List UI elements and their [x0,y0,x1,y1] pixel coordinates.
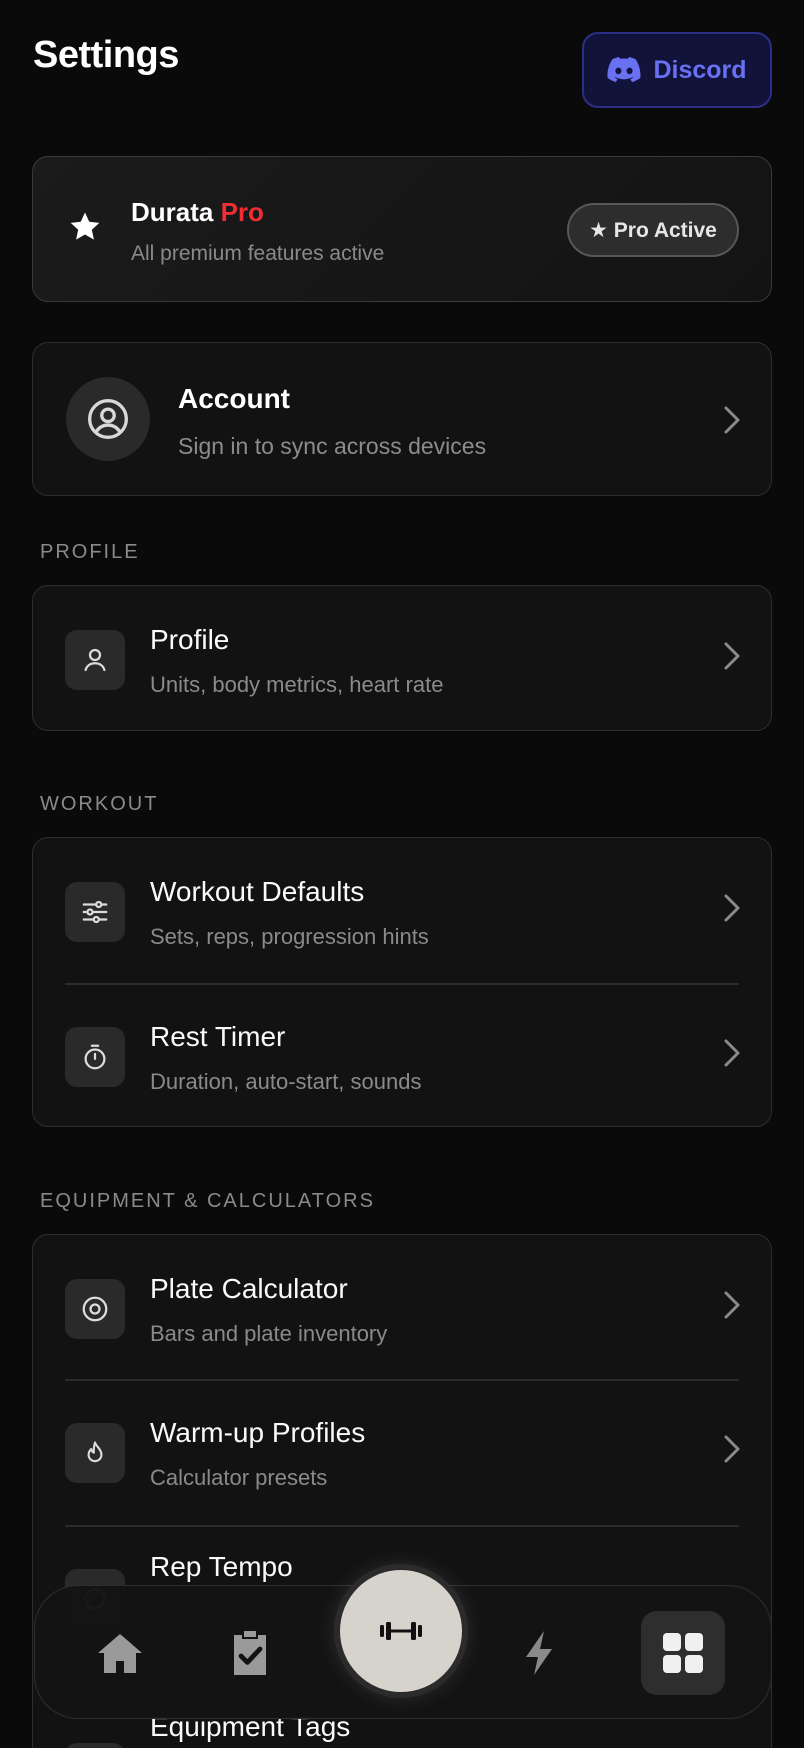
warmup-icon-box [65,1423,125,1483]
discord-button[interactable]: Discord [582,32,772,108]
row-title: Profile [150,624,230,655]
pro-subtitle: All premium features active [131,242,385,265]
pro-title: Durata Pro [131,197,264,228]
page-title: Settings [33,34,179,76]
grid-button-active [641,1611,725,1695]
chevron-right-icon [724,406,740,434]
stopwatch-icon [84,1044,106,1070]
section-header-workout: WORKOUT [40,793,159,815]
target-icon [82,1296,108,1322]
profile-group: Profile Units, body metrics, heart rate [32,585,772,731]
chevron-right-icon [724,1291,740,1319]
row-title: Plate Calculator [150,1273,348,1304]
home-icon [98,1634,142,1673]
section-header-equipment: EQUIPMENT & CALCULATORS [40,1190,375,1212]
equipment-tags-icon-box [65,1743,125,1748]
sliders-icon [82,900,108,924]
start-workout-button[interactable] [340,1570,462,1692]
account-subtitle: Sign in to sync across devices [178,433,487,459]
discord-label: Discord [653,55,747,84]
row-subtitle: Calculator presets [150,1465,328,1490]
settings-row-plate-calculator[interactable]: Plate Calculator Bars and plate inventor… [33,1235,771,1380]
settings-row-workout-defaults[interactable]: Workout Defaults Sets, reps, progression… [33,838,771,983]
pro-status-card[interactable]: Durata Pro All premium features active ★… [32,156,772,302]
pro-word: Pro [220,197,264,227]
section-header-profile: PROFILE [40,541,140,563]
user-circle-icon [88,399,128,439]
row-title: Rep Tempo [150,1551,293,1582]
settings-row-warmup-profiles[interactable]: Warm-up Profiles Calculator presets [33,1379,771,1524]
discord-icon [607,57,641,83]
rest-timer-icon-box [65,1027,125,1087]
row-title: Warm-up Profiles [150,1417,366,1448]
settings-row-profile[interactable]: Profile Units, body metrics, heart rate [33,586,771,731]
workout-defaults-icon-box [65,882,125,942]
row-subtitle: Units, body metrics, heart rate [150,672,444,697]
clipboard-check-icon [234,1631,266,1675]
chevron-right-icon [724,1435,740,1463]
row-subtitle: Duration, auto-start, sounds [150,1069,422,1094]
chevron-right-icon [724,894,740,922]
grid-icon [663,1633,703,1673]
nav-workouts[interactable] [215,1586,285,1720]
row-subtitle: Sets, reps, progression hints [150,924,429,949]
settings-row-rest-timer[interactable]: Rest Timer Duration, auto-start, sounds [33,983,771,1128]
nav-home[interactable] [85,1586,155,1720]
chevron-right-icon [724,642,740,670]
account-card[interactable]: Account Sign in to sync across devices [32,342,772,496]
row-title: Workout Defaults [150,876,365,907]
flame-icon [87,1441,103,1463]
app-name: Durata [131,197,214,227]
pro-active-badge[interactable]: ★ Pro Active [567,203,739,257]
nav-activity[interactable] [505,1586,575,1720]
user-icon [84,648,106,672]
star-icon [70,212,100,240]
lightning-icon [526,1631,552,1675]
account-title: Account [178,383,290,414]
chevron-right-icon [724,1039,740,1067]
avatar [66,377,150,461]
dumbbell-icon [380,1622,422,1640]
row-subtitle: Bars and plate inventory [150,1321,388,1346]
plate-calculator-icon-box [65,1279,125,1339]
row-title: Rest Timer [150,1021,286,1052]
workout-group: Workout Defaults Sets, reps, progression… [32,837,772,1127]
nav-settings[interactable] [641,1586,725,1720]
profile-icon-box [65,630,125,690]
